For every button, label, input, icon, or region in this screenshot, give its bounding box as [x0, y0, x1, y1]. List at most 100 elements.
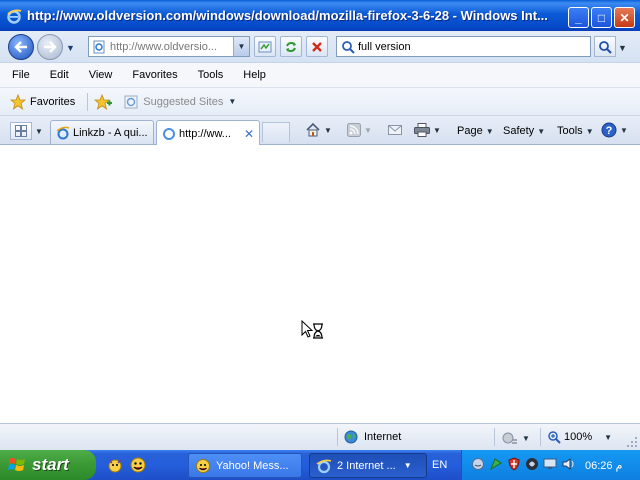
page-menu[interactable]: Page ▼ — [457, 125, 494, 137]
search-options-dropdown-icon[interactable]: ▼ — [618, 43, 627, 53]
tab-label: Linkzb - A qui... — [73, 126, 148, 139]
tray-messenger-icon[interactable] — [471, 457, 485, 471]
tray-volume-icon[interactable] — [561, 457, 575, 471]
chevron-down-icon: ▼ — [324, 125, 332, 135]
address-url[interactable]: http://www.oldversio... — [110, 41, 226, 53]
resize-grip-icon[interactable] — [626, 436, 638, 451]
back-button[interactable] — [8, 34, 34, 60]
tray-security-shield-icon[interactable] — [507, 457, 521, 471]
printer-icon — [414, 123, 430, 137]
home-button[interactable]: ▼ — [305, 122, 332, 138]
popup-blocker-icon — [502, 432, 517, 444]
window-title: http://www.oldversion.com/windows/downlo… — [27, 8, 548, 23]
chevron-down-icon: ▼ — [522, 433, 530, 443]
new-tab-button[interactable] — [262, 122, 290, 142]
add-to-favorites-icon[interactable] — [94, 93, 113, 110]
loading-icon — [163, 127, 175, 140]
tab-linkzb[interactable]: Linkzb - A qui... — [50, 120, 154, 144]
home-icon — [306, 122, 320, 137]
system-clock[interactable]: 06:26 م — [585, 459, 622, 472]
busy-cursor-icon — [301, 320, 323, 339]
tab-active[interactable]: http://ww... ✕ — [156, 120, 260, 146]
recent-pages-dropdown-icon[interactable]: ▼ — [66, 43, 75, 53]
globe-icon — [344, 430, 358, 444]
quick-launch-messenger-icon[interactable] — [106, 456, 124, 474]
forward-arrow-icon — [44, 41, 57, 53]
refresh-button[interactable] — [280, 36, 302, 57]
chevron-down-icon: ▼ — [228, 97, 237, 106]
suggested-sites-button[interactable]: Suggested Sites ▼ — [124, 95, 236, 109]
chevron-down-icon: ▼ — [403, 461, 412, 470]
feeds-button[interactable]: ▼ — [347, 123, 372, 137]
favorites-button[interactable]: Favorites — [10, 93, 76, 110]
chevron-down-icon: ▼ — [620, 125, 628, 135]
chevron-down-icon: ▼ — [604, 432, 613, 442]
star-icon — [10, 93, 26, 110]
divider — [540, 428, 541, 446]
page-content[interactable] — [0, 145, 640, 423]
tray-antivirus-icon[interactable] — [525, 457, 539, 471]
stop-button[interactable] — [306, 36, 328, 57]
zoom-control[interactable]: 100% ▼ — [547, 430, 612, 444]
menu-favorites[interactable]: Favorites — [126, 69, 185, 81]
menu-tools[interactable]: Tools — [192, 69, 232, 81]
security-zone[interactable]: Internet — [344, 430, 401, 444]
tray-display-icon[interactable] — [543, 457, 557, 471]
maximize-button[interactable]: □ — [591, 7, 612, 28]
quick-tabs-button[interactable] — [10, 122, 32, 140]
refresh-icon — [286, 41, 296, 52]
search-provider-icon — [342, 41, 355, 54]
chevron-down-icon: ▼ — [433, 125, 441, 135]
favorites-label: Favorites — [30, 95, 76, 108]
tools-menu[interactable]: Tools ▼ — [557, 125, 594, 137]
start-label: start — [32, 455, 69, 474]
language-indicator[interactable]: EN — [432, 459, 447, 471]
tools-menu-label: Tools — [557, 125, 583, 137]
mail-icon — [388, 125, 402, 135]
forward-button[interactable] — [37, 34, 63, 60]
print-button[interactable]: ▼ — [414, 123, 441, 137]
tray-network-icon[interactable] — [489, 457, 503, 471]
close-button[interactable]: ✕ — [614, 7, 635, 28]
back-arrow-icon — [14, 41, 27, 53]
taskbar-button-yahoo-messenger[interactable]: Yahoo! Mess... — [188, 453, 302, 478]
address-bar[interactable]: http://www.oldversio... ▼ — [88, 36, 250, 57]
read-mail-button[interactable] — [388, 124, 402, 136]
ie-page-icon — [124, 95, 138, 108]
navigation-bar: ▼ http://www.oldversio... ▼ full version… — [0, 31, 640, 62]
menu-view[interactable]: View — [83, 69, 121, 81]
divider — [494, 428, 495, 446]
compatibility-view-button[interactable] — [254, 36, 276, 57]
tab-list-dropdown-icon[interactable]: ▼ — [35, 122, 47, 140]
search-box[interactable]: full version — [336, 36, 591, 57]
rss-icon — [347, 123, 361, 137]
ie-icon — [316, 459, 332, 473]
close-tab-icon[interactable]: ✕ — [244, 127, 254, 141]
yahoo-messenger-icon — [196, 458, 210, 473]
help-button[interactable]: ? ▼ — [601, 122, 628, 138]
favorites-bar: Favorites Suggested Sites ▼ — [0, 88, 640, 116]
tab-label: http://ww... — [179, 127, 231, 140]
chevron-down-icon: ▼ — [485, 126, 494, 136]
menu-edit[interactable]: Edit — [44, 69, 77, 81]
title-bar[interactable]: http://www.oldversion.com/windows/downlo… — [0, 0, 640, 31]
menu-file[interactable]: File — [6, 69, 38, 81]
taskbar-button-internet-explorer[interactable]: 2 Internet ... ▼ — [309, 453, 427, 478]
divider — [87, 92, 89, 111]
chevron-down-icon: ▼ — [364, 125, 372, 135]
address-dropdown-icon[interactable]: ▼ — [233, 37, 249, 56]
ie-icon — [56, 126, 70, 139]
tab-bar: ▼ Linkzb - A qui... http://ww... ✕ ▼ ▼ ▼… — [0, 116, 640, 146]
protected-mode-button[interactable]: ▼ — [502, 431, 530, 445]
taskbar-button-label: Yahoo! Mess... — [216, 459, 289, 472]
search-query[interactable]: full version — [358, 41, 411, 53]
start-button[interactable]: start — [0, 450, 96, 480]
search-button[interactable] — [594, 36, 616, 57]
minimize-button[interactable]: _ — [568, 7, 589, 28]
safety-menu[interactable]: Safety ▼ — [503, 125, 545, 137]
taskbar-button-label: 2 Internet ... — [337, 459, 396, 472]
menu-help[interactable]: Help — [237, 69, 274, 81]
menu-bar: File Edit View Favorites Tools Help — [0, 62, 640, 88]
quick-launch-yahoo-icon[interactable] — [129, 456, 147, 474]
suggested-sites-label: Suggested Sites — [143, 95, 224, 108]
